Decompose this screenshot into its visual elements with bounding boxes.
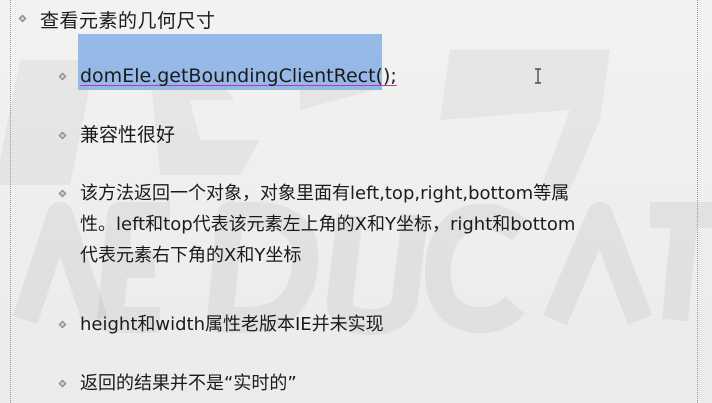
text-cursor-icon <box>535 68 541 84</box>
diamond-bullet-icon <box>18 14 27 23</box>
diamond-bullet-icon <box>58 379 67 388</box>
list-item[interactable]: height和width属性老版本IE并未实现 <box>80 309 384 340</box>
diamond-bullet-icon <box>58 189 67 198</box>
slide-right-border <box>697 0 698 403</box>
list-item-line: 性。left和top代表该元素左上角的X和Y坐标，right和bottom <box>80 214 576 235</box>
list-item-line: 代表元素右下角的X和Y坐标 <box>80 245 302 266</box>
list-item[interactable]: 兼容性很好 <box>80 120 175 151</box>
list-item[interactable]: 返回的结果并不是“实时的” <box>80 368 297 399</box>
slide: 查看元素的几何尺寸 domEle.getBoundingClientRect()… <box>0 0 712 403</box>
diamond-bullet-icon <box>58 320 67 329</box>
diamond-bullet-icon <box>58 72 67 81</box>
slide-left-border <box>10 0 11 403</box>
list-item[interactable]: 该方法返回一个对象，对象里面有left,top,right,bottom等属 性… <box>80 178 575 271</box>
list-item-line: 该方法返回一个对象，对象里面有left,top,right,bottom等属 <box>80 183 570 204</box>
diamond-bullet-icon <box>58 131 67 140</box>
list-item-code[interactable]: domEle.getBoundingClientRect(); <box>80 61 397 92</box>
slide-title: 查看元素的几何尺寸 <box>40 10 216 32</box>
